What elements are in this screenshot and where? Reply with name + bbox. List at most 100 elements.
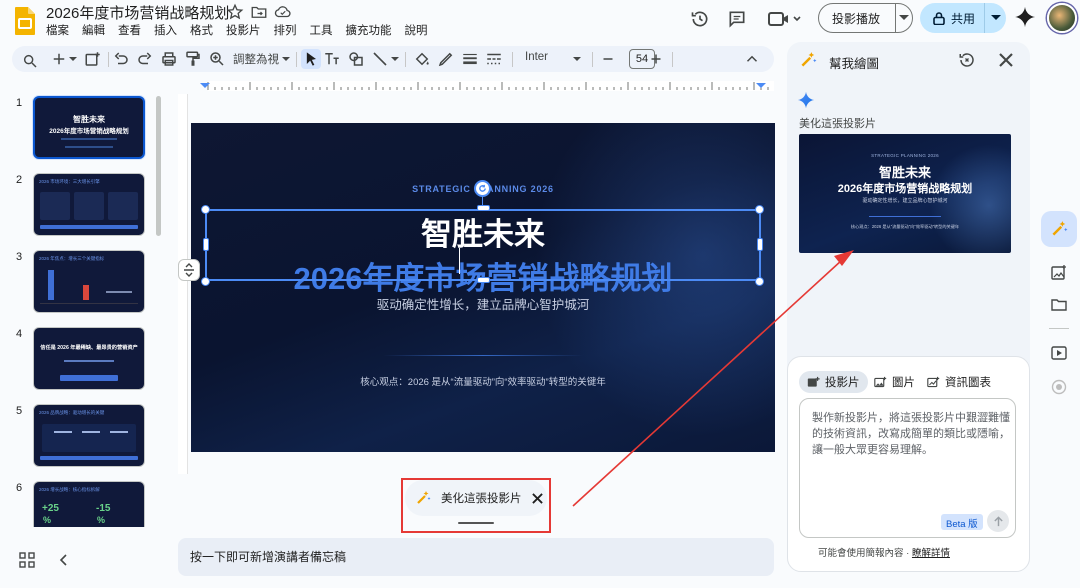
- preview-title: 智胜未来: [878, 165, 931, 180]
- panel-footer: 可能會使用簡報內容 · 瞭解詳情: [818, 545, 950, 559]
- font-family-select[interactable]: Inter: [525, 51, 548, 63]
- zoom-icon[interactable]: [208, 50, 226, 68]
- video-rail-icon[interactable]: [1045, 339, 1073, 367]
- tab-label: 投影片: [825, 377, 860, 389]
- insert-image-rail-icon[interactable]: [1045, 259, 1073, 287]
- thumb-title: 智胜未来: [73, 115, 105, 124]
- cloud-saved-icon[interactable]: [274, 3, 292, 21]
- thumb-stat: +25: [42, 503, 59, 514]
- slideshow-button[interactable]: 投影播放: [818, 3, 913, 33]
- resize-handle[interactable]: [477, 205, 490, 211]
- folder-rail-icon[interactable]: [1045, 291, 1073, 319]
- preview-core-point: 核心观点：2026 是从“流量驱动”向“效率驱动”转型的关键年: [850, 224, 960, 229]
- comment-icon[interactable]: [727, 9, 747, 29]
- menu-format[interactable]: 格式: [190, 22, 213, 38]
- reset-history-icon[interactable]: [958, 51, 976, 69]
- tab-slides[interactable]: 投影片: [799, 371, 868, 393]
- zoom-fit-select[interactable]: 調整為視: [233, 51, 285, 67]
- menu-view[interactable]: 查看: [118, 22, 141, 38]
- help-me-create-rail-button[interactable]: [1041, 211, 1077, 247]
- share-dropdown-icon[interactable]: [985, 15, 1006, 21]
- horizontal-ruler[interactable]: [178, 78, 774, 94]
- record-rail-icon[interactable]: [1045, 373, 1073, 401]
- menu-file[interactable]: 檔案: [46, 22, 69, 38]
- select-cursor-icon[interactable]: [301, 49, 321, 69]
- fill-color-icon[interactable]: [413, 50, 431, 68]
- prompt-text[interactable]: 製作新投影片，將這張投影片中艱澀難懂的技術資訊，改寫成簡單的類比或隱喻，讓一般大…: [812, 410, 1010, 458]
- menu-help[interactable]: 說明: [405, 22, 428, 38]
- adjust-spacing-icon[interactable]: [178, 259, 200, 281]
- decrease-font-icon[interactable]: [599, 50, 617, 68]
- thumb-bar: [40, 225, 138, 229]
- document-title[interactable]: 2026年度市场营销战略规划: [46, 2, 229, 23]
- text-box-icon[interactable]: [323, 50, 341, 68]
- slide-thumbnail-6[interactable]: 2026 增长战略：核心指标拆解 +25 -15 % %: [33, 481, 145, 527]
- border-weight-icon[interactable]: [461, 50, 479, 68]
- resize-handle[interactable]: [477, 277, 490, 283]
- share-button[interactable]: 共用: [920, 3, 1006, 33]
- collapse-toolbar-icon[interactable]: [743, 50, 761, 68]
- avatar[interactable]: [1047, 3, 1077, 33]
- menu-slide[interactable]: 投影片: [226, 22, 261, 38]
- font-dropdown-icon[interactable]: [572, 50, 582, 68]
- tab-infographic[interactable]: 資訊圖表: [927, 371, 991, 393]
- line-dropdown-icon[interactable]: [390, 50, 400, 68]
- print-icon[interactable]: [160, 50, 178, 68]
- new-slide-dropdown-icon[interactable]: [68, 50, 78, 68]
- prompt-input[interactable]: 製作新投影片，將這張投影片中艱澀難懂的技術資訊，改寫成簡單的類比或隱喻，讓一般大…: [799, 398, 1016, 538]
- zoom-dropdown-icon[interactable]: [281, 50, 291, 68]
- close-panel-icon[interactable]: [998, 52, 1014, 68]
- new-slide-icon[interactable]: [50, 50, 68, 68]
- line-icon[interactable]: [371, 50, 389, 68]
- resize-handle[interactable]: [201, 277, 210, 286]
- chart-add-icon: [927, 376, 940, 387]
- collapse-filmstrip-icon[interactable]: [58, 552, 70, 568]
- slide-thumbnail-2[interactable]: 2026 市场环境：三大增长引擎: [33, 173, 145, 236]
- search-menus-icon[interactable]: [22, 53, 40, 71]
- speaker-notes[interactable]: 按一下即可新增演講者備忘稿: [178, 538, 774, 576]
- paint-format-icon[interactable]: [184, 50, 202, 68]
- preview-subtitle: 驱动确定性增长，建立品牌心智护城河: [862, 198, 948, 204]
- menu-tools[interactable]: 工具: [310, 22, 333, 38]
- suggested-slide-preview[interactable]: STRATEGIC PLANNING 2026 智胜未来 2026年度市场营销战…: [799, 134, 1011, 253]
- footer-note: 可能會使用簡報內容 ·: [818, 548, 912, 559]
- thumb-line: [106, 291, 132, 293]
- meet-icon[interactable]: [768, 9, 802, 29]
- slide-thumbnail-5[interactable]: 2026 品牌战略：驱动增长的关键: [33, 404, 145, 467]
- slideshow-dropdown-icon[interactable]: [896, 15, 912, 21]
- move-folder-icon[interactable]: [250, 3, 268, 21]
- slide-thumbnail-4[interactable]: 信任是 2026 年最稀缺、最昂贵的营销资产: [33, 327, 145, 390]
- star-icon[interactable]: [226, 3, 244, 21]
- resize-handle[interactable]: [755, 205, 764, 214]
- slide-thumbnail-1[interactable]: 智胜未来 2026年度市场营销战略规划: [33, 96, 145, 159]
- rotate-handle-icon[interactable]: [474, 180, 491, 197]
- learn-more-link[interactable]: 瞭解詳情: [912, 548, 950, 559]
- version-history-icon[interactable]: [690, 9, 710, 29]
- preview-line: [869, 216, 941, 217]
- redo-icon[interactable]: [136, 50, 154, 68]
- thumb-bar: [48, 270, 54, 300]
- slides-logo-icon[interactable]: [14, 6, 36, 36]
- menu-edit[interactable]: 編輯: [82, 22, 105, 38]
- increase-font-icon[interactable]: [647, 50, 665, 68]
- slide-thumbnail-3[interactable]: 2026 年焦点：增长三个关键指标: [33, 250, 145, 313]
- undo-icon[interactable]: [112, 50, 130, 68]
- filmstrip-scrollbar[interactable]: [156, 96, 161, 236]
- border-color-icon[interactable]: [437, 50, 455, 68]
- menu-arrange[interactable]: 排列: [274, 22, 297, 38]
- tab-image[interactable]: 圖片: [874, 371, 915, 393]
- slideshow-label: 投影播放: [832, 11, 881, 26]
- grid-view-icon[interactable]: [19, 552, 35, 568]
- menu-insert[interactable]: 插入: [154, 22, 177, 38]
- thumb-card: [40, 192, 70, 220]
- layout-icon[interactable]: [84, 50, 102, 68]
- menu-extensions[interactable]: 擴充功能: [346, 22, 392, 38]
- shape-icon[interactable]: [347, 50, 365, 68]
- resize-handle[interactable]: [201, 205, 210, 214]
- border-dash-icon[interactable]: [485, 50, 503, 68]
- gemini-sparkle-icon[interactable]: [1014, 6, 1036, 28]
- resize-handle[interactable]: [203, 238, 209, 251]
- lock-icon: [933, 11, 945, 25]
- vertical-ruler[interactable]: [178, 94, 188, 474]
- send-button[interactable]: [987, 510, 1009, 532]
